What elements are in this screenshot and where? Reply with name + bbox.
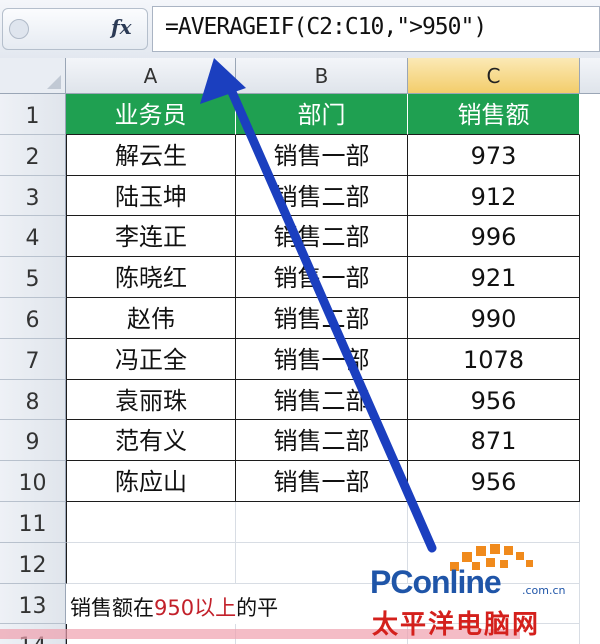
table-cell[interactable]: 李连正	[66, 216, 236, 258]
empty-cell[interactable]	[66, 502, 236, 543]
select-all-button[interactable]	[0, 58, 66, 94]
row-header[interactable]: 10	[0, 461, 66, 502]
row-header[interactable]: 3	[0, 175, 66, 217]
formula-text: =AVERAGEIF(C2:C10,">950")	[165, 14, 487, 40]
table-cell[interactable]: 销售二部	[236, 420, 408, 462]
table-cell[interactable]: 陆玉坤	[66, 175, 236, 217]
empty-cell[interactable]	[236, 502, 408, 543]
row-header[interactable]: 4	[0, 216, 66, 258]
table-cell[interactable]: 范有义	[66, 420, 236, 462]
note-text: 销售额在950以上的平	[70, 592, 278, 622]
table-cell[interactable]: 973	[408, 134, 580, 176]
name-box-area[interactable]: fx	[2, 8, 148, 50]
row-header[interactable]: 9	[0, 420, 66, 462]
table-cell[interactable]: 解云生	[66, 134, 236, 176]
row-header[interactable]: 8	[0, 379, 66, 421]
formula-input[interactable]: =AVERAGEIF(C2:C10,">950")	[152, 6, 600, 52]
table-cell[interactable]: 956	[408, 379, 580, 421]
table-cell[interactable]: 921	[408, 257, 580, 298]
note-post: 的平	[236, 595, 279, 620]
table-header-cell[interactable]: 部门	[236, 94, 408, 135]
table-cell[interactable]: 1078	[408, 338, 580, 380]
table-header-cell[interactable]: 销售额	[408, 94, 580, 135]
table-cell[interactable]: 袁丽珠	[66, 379, 236, 421]
row-header[interactable]: 13	[0, 583, 66, 625]
table-cell[interactable]: 销售一部	[236, 338, 408, 380]
formula-bar: fx =AVERAGEIF(C2:C10,">950")	[0, 0, 600, 59]
column-header-d[interactable]	[580, 58, 600, 94]
table-cell[interactable]: 冯正全	[66, 338, 236, 380]
table-cell[interactable]: 销售一部	[236, 257, 408, 298]
table-cell[interactable]: 陈晓红	[66, 257, 236, 298]
empty-cell[interactable]	[408, 502, 580, 543]
logo-domain: .com.cn	[522, 584, 566, 597]
logo-brand: PConline	[370, 564, 502, 600]
row-header[interactable]: 5	[0, 257, 66, 298]
select-all-triangle-icon	[47, 75, 61, 89]
table-cell[interactable]: 销售二部	[236, 175, 408, 217]
table-cell[interactable]: 912	[408, 175, 580, 217]
table-cell[interactable]: 陈应山	[66, 461, 236, 502]
table-cell[interactable]: 销售一部	[236, 134, 408, 176]
empty-cell[interactable]	[66, 542, 236, 584]
note-pre: 销售额在	[70, 595, 154, 620]
table-cell[interactable]: 871	[408, 420, 580, 462]
row-header[interactable]: 6	[0, 298, 66, 339]
table-header-cell[interactable]: 业务员	[66, 94, 236, 135]
table-cell[interactable]: 销售一部	[236, 461, 408, 502]
column-header-b[interactable]: B	[236, 58, 408, 94]
pconline-logo: PConline .com.cn 太平洋电脑网	[370, 540, 598, 644]
row-header[interactable]: 12	[0, 542, 66, 584]
column-header-c[interactable]: C	[408, 58, 580, 94]
table-cell[interactable]: 956	[408, 461, 580, 502]
insert-function-button[interactable]: fx	[111, 15, 132, 39]
row-header[interactable]: 7	[0, 338, 66, 380]
table-cell[interactable]: 赵伟	[66, 298, 236, 339]
row-header[interactable]: 1	[0, 94, 66, 135]
table-cell[interactable]: 销售二部	[236, 298, 408, 339]
table-cell[interactable]: 996	[408, 216, 580, 258]
expand-circle-icon[interactable]	[9, 19, 29, 39]
table-cell[interactable]: 990	[408, 298, 580, 339]
note-highlight: 950以上	[154, 595, 237, 620]
table-cell[interactable]: 销售二部	[236, 216, 408, 258]
row-header[interactable]: 11	[0, 502, 66, 543]
column-header-a[interactable]: A	[66, 58, 236, 94]
row-header[interactable]: 2	[0, 134, 66, 176]
logo-tagline: 太平洋电脑网	[372, 610, 541, 640]
table-cell[interactable]: 销售二部	[236, 379, 408, 421]
